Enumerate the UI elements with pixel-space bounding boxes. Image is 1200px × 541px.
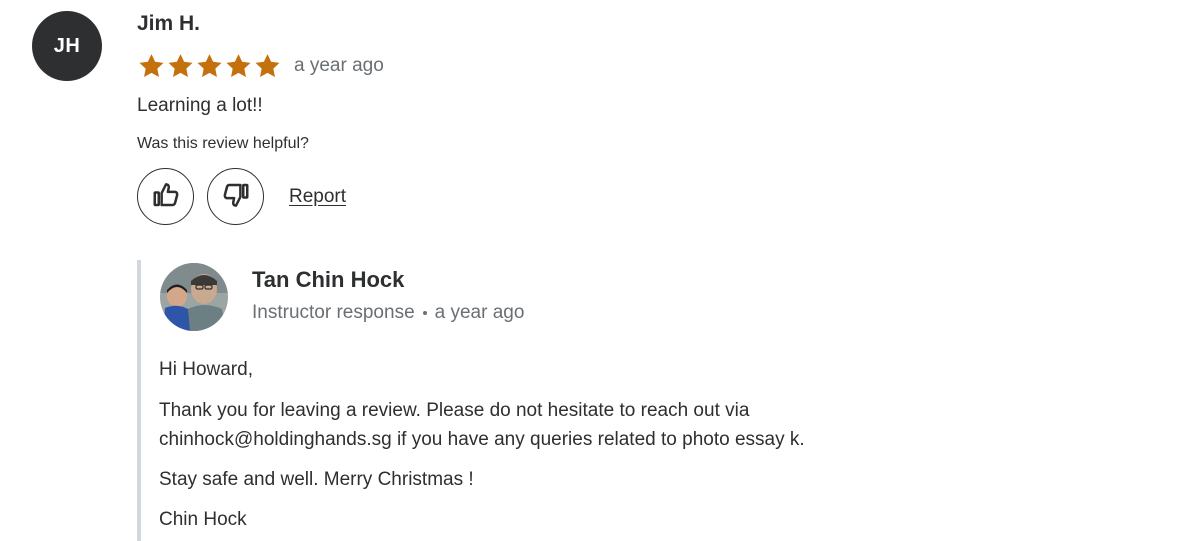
response-line: Thank you for leaving a review. Please d… <box>159 400 750 421</box>
reviewer-initials: JH <box>53 34 81 57</box>
star-icon <box>166 52 195 80</box>
review-date: a year ago <box>294 55 384 76</box>
star-icon <box>195 52 224 80</box>
report-link[interactable]: Report <box>289 186 346 208</box>
thumbs-down-icon <box>221 180 251 213</box>
instructor-name: Tan Chin Hock <box>252 267 405 292</box>
response-role: Instructor response <box>252 302 415 323</box>
instructor-response: Tan Chin Hock Instructor response a year… <box>137 260 1037 541</box>
reviewer-avatar: JH <box>32 11 102 81</box>
response-signature: Chin Hock <box>159 509 247 530</box>
response-greeting: Hi Howard, <box>159 359 253 380</box>
instructor-meta: Instructor response a year ago <box>252 302 524 324</box>
separator-dot <box>422 311 427 315</box>
rating-row: a year ago <box>137 52 384 80</box>
helpful-no-button[interactable] <box>207 168 264 225</box>
star-rating <box>137 52 282 80</box>
instructor-avatar <box>160 263 228 331</box>
reviewer-name: Jim H. <box>137 12 201 35</box>
star-icon <box>137 52 166 80</box>
star-icon <box>224 52 253 80</box>
response-date: a year ago <box>434 302 525 323</box>
star-icon <box>253 52 282 80</box>
helpful-label: Was this review helpful? <box>137 135 309 152</box>
response-line: Stay safe and well. Merry Christmas ! <box>159 469 474 490</box>
helpful-yes-button[interactable] <box>137 168 194 225</box>
review-card: JH Jim H. a year ago Learning a lot!! Wa… <box>0 0 1200 541</box>
thumbs-up-icon <box>151 180 181 213</box>
review-text: Learning a lot!! <box>137 95 263 116</box>
response-line: chinhock@holdinghands.sg if you have any… <box>159 429 805 450</box>
